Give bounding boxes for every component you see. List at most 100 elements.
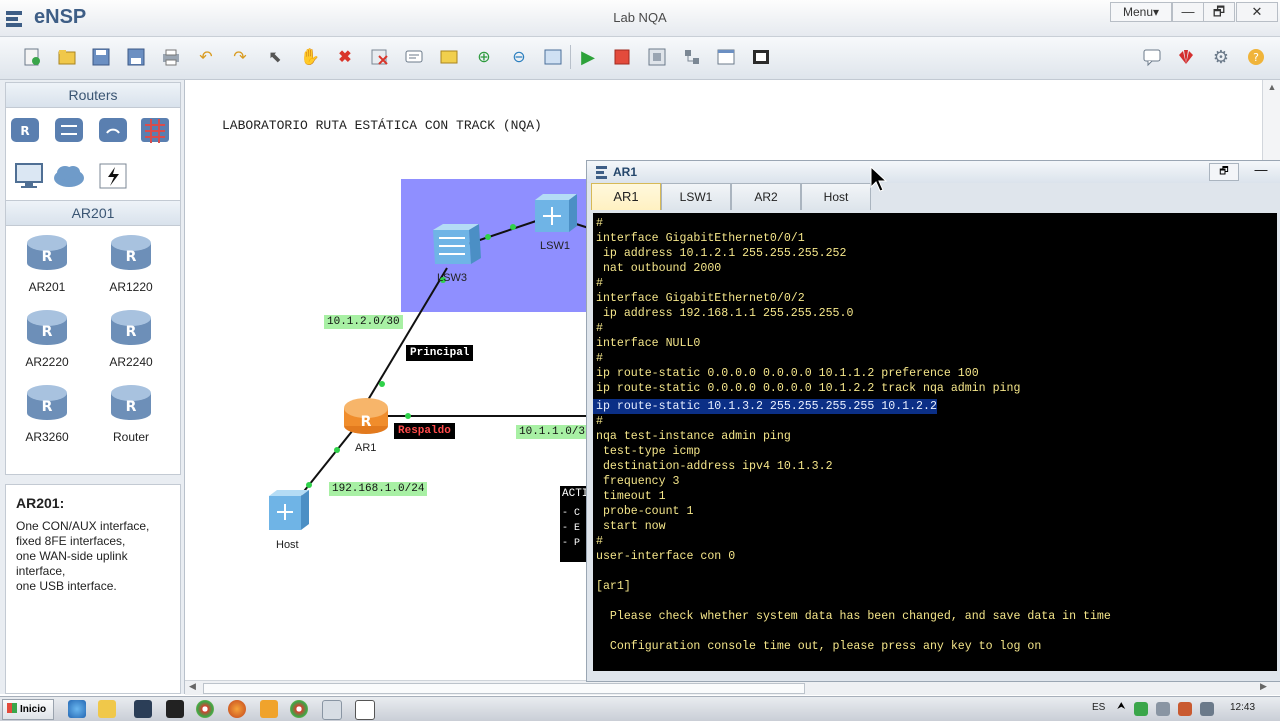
console-restore-button[interactable]: 🗗	[1209, 163, 1239, 181]
tab-ar1[interactable]: AR1	[591, 183, 661, 210]
capture-icon[interactable]	[645, 45, 669, 69]
tab-ar2[interactable]: AR2	[731, 183, 801, 210]
palette-icon[interactable]	[437, 45, 461, 69]
fit-window-icon[interactable]	[541, 45, 565, 69]
restore-button[interactable]: 🗗	[1203, 2, 1235, 22]
tray-flag-icon[interactable]	[1178, 702, 1192, 716]
label-respaldo[interactable]: Respaldo	[394, 423, 455, 439]
wireless-category-icon[interactable]	[96, 115, 130, 145]
settings-gear-icon[interactable]: ⚙	[1209, 45, 1233, 69]
zoom-out-icon[interactable]: ⊖	[507, 45, 531, 69]
terminal-output[interactable]: # interface GigabitEthernet0/0/1 ip addr…	[593, 213, 1277, 671]
ensp-task-icon[interactable]	[322, 700, 342, 720]
cmd-icon[interactable]	[166, 700, 184, 718]
start-button[interactable]: Inicio	[2, 699, 54, 720]
select-cursor-icon[interactable]: ⬉	[263, 45, 287, 69]
redo-icon[interactable]: ↷	[228, 45, 252, 69]
terminal-line: Configuration console time out, please p…	[596, 640, 1042, 653]
network-label-192-168-1[interactable]: 192.168.1.0/24	[329, 482, 428, 496]
tray-expand-icon[interactable]: ⮝	[1117, 701, 1126, 712]
scroll-left-icon[interactable]: ◀	[189, 681, 196, 692]
router-icon: R	[111, 385, 151, 420]
device-ar3260[interactable]: R AR3260	[12, 383, 82, 444]
window-task-icon[interactable]	[355, 700, 375, 720]
terminal-line: #	[596, 322, 603, 335]
chrome-icon[interactable]	[196, 700, 214, 718]
horizontal-scrollbar[interactable]: ◀ ▶	[185, 680, 1280, 695]
device-ar2240[interactable]: R AR2240	[96, 308, 166, 369]
media-player-icon[interactable]	[260, 700, 278, 718]
console-window-icon[interactable]	[714, 45, 738, 69]
terminal-line: #	[596, 415, 603, 428]
label-principal[interactable]: Principal	[406, 345, 474, 361]
pan-hand-icon[interactable]: ✋	[298, 45, 322, 69]
delete-links-icon[interactable]	[368, 45, 392, 69]
console-title-bar[interactable]: AR1 🗗 —	[587, 161, 1280, 183]
terminal-line: ip address 10.1.2.1 255.255.255.252	[596, 247, 847, 260]
firefox-icon[interactable]	[228, 700, 246, 718]
device-ar1220[interactable]: R AR1220	[96, 233, 166, 294]
start-label: Inicio	[20, 704, 47, 715]
zoom-in-icon[interactable]: ⊕	[472, 45, 496, 69]
device-info-box: AR201: One CON/AUX interface, fixed 8FE …	[5, 484, 181, 694]
ar1-console-window[interactable]: AR1 🗗 — AR1 LSW1 AR2 Host # interface Gi…	[586, 160, 1280, 682]
svg-text:R: R	[20, 124, 29, 138]
text-comment-icon[interactable]	[402, 45, 426, 69]
tray-app-icon[interactable]	[1134, 702, 1148, 716]
terminal-line: nat outbound 2000	[596, 262, 722, 275]
topology-icon[interactable]	[680, 45, 704, 69]
device-router[interactable]: R Router	[96, 383, 166, 444]
open-icon[interactable]	[55, 45, 79, 69]
switch-category-icon[interactable]	[52, 115, 86, 145]
scroll-right-icon[interactable]: ▶	[1260, 681, 1267, 692]
print-icon[interactable]	[159, 45, 183, 69]
svg-text:R: R	[42, 249, 53, 265]
cloud-category-icon[interactable]	[52, 161, 86, 191]
link-category-icon[interactable]	[96, 161, 130, 191]
system-clock[interactable]: 12:43	[1230, 702, 1255, 713]
menu-button[interactable]: Menu▾	[1110, 2, 1172, 22]
help-icon[interactable]: ?	[1244, 45, 1268, 69]
network-label-10-1-1[interactable]: 10.1.1.0/3	[516, 425, 589, 439]
device-ar2220[interactable]: R AR2220	[12, 308, 82, 369]
delete-icon[interactable]: ✖	[333, 45, 357, 69]
tray-network-icon[interactable]	[1156, 702, 1170, 716]
firewall-category-icon[interactable]	[138, 115, 172, 145]
folder-icon[interactable]	[98, 700, 116, 718]
tab-lsw1[interactable]: LSW1	[661, 183, 731, 210]
device-info-text: One CON/AUX interface, fixed 8FE interfa…	[16, 519, 150, 593]
console-minimize-button[interactable]: —	[1247, 162, 1275, 178]
tray-volume-icon[interactable]	[1200, 702, 1214, 716]
device-label: AR201	[28, 280, 66, 294]
undo-icon[interactable]: ↶	[194, 45, 218, 69]
device-ar201[interactable]: R AR201	[12, 233, 82, 294]
terminal-line: #	[596, 217, 603, 230]
close-button[interactable]: ✕	[1236, 2, 1278, 22]
scroll-thumb[interactable]	[203, 683, 805, 694]
terminal-line: ip address 192.168.1.1 255.255.255.0	[596, 307, 854, 320]
activity-note[interactable]: ACTI - C - E - P	[560, 486, 588, 562]
screenshot-icon[interactable]	[749, 45, 773, 69]
network-icon[interactable]	[134, 700, 152, 718]
chat-icon[interactable]	[1140, 45, 1164, 69]
ensp-logo-icon	[596, 166, 607, 179]
router-icon: R	[111, 310, 151, 345]
ie-icon[interactable]	[68, 700, 86, 718]
chrome-window-icon[interactable]	[290, 700, 308, 718]
start-device-icon[interactable]: ▶	[576, 45, 600, 69]
terminal-line: nqa test-instance admin ping	[596, 430, 791, 443]
minimize-button[interactable]: —	[1172, 2, 1204, 22]
huawei-logo-icon[interactable]	[1174, 45, 1198, 69]
router-category-icon[interactable]: R	[8, 115, 42, 145]
scroll-up-icon[interactable]: ▲	[1265, 82, 1279, 94]
ar201-device-box: AR201 R AR201 R AR1220 R AR2220 R AR2240…	[5, 200, 181, 475]
save-icon[interactable]	[89, 45, 113, 69]
network-label-10-1-2[interactable]: 10.1.2.0/30	[324, 315, 403, 329]
save-as-icon[interactable]	[124, 45, 148, 69]
language-indicator[interactable]: ES	[1092, 702, 1105, 713]
terminal-line: #	[596, 277, 603, 290]
pc-category-icon[interactable]	[12, 161, 46, 191]
stop-device-icon[interactable]	[610, 45, 634, 69]
tab-host[interactable]: Host	[801, 183, 871, 210]
new-topology-icon[interactable]	[20, 45, 44, 69]
